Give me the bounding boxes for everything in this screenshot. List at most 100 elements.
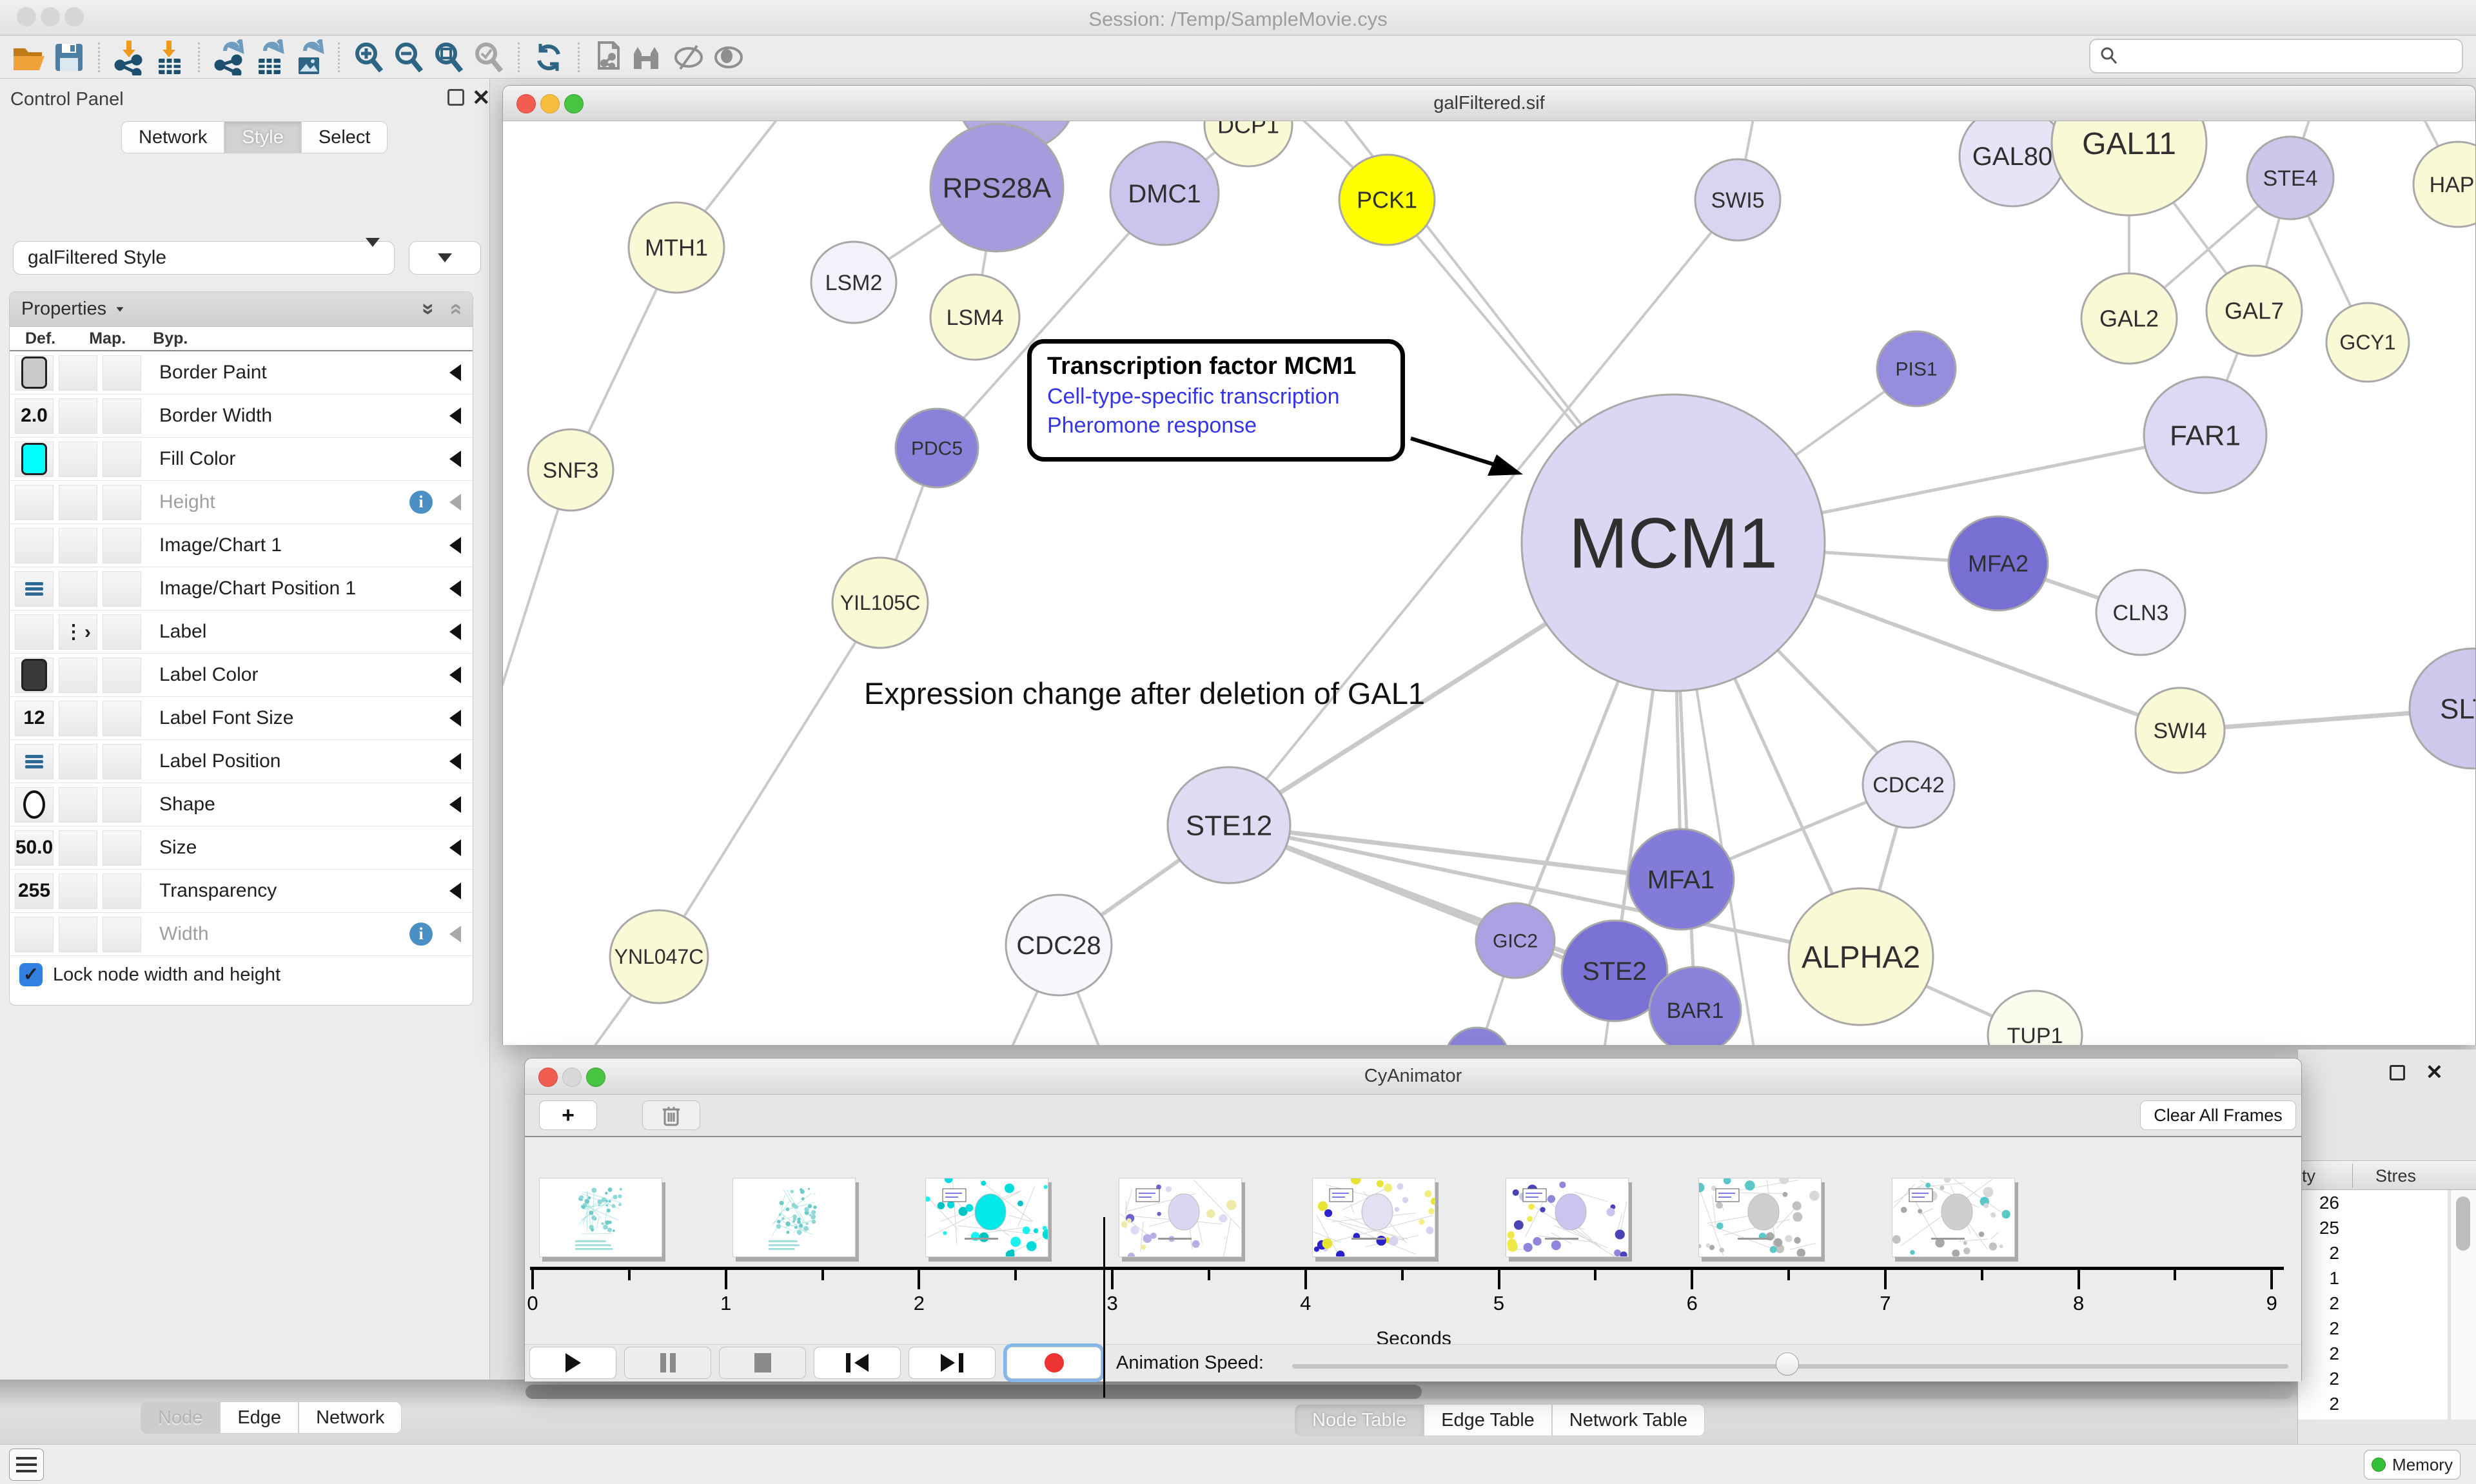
animation-frame-4[interactable]	[1312, 1178, 1435, 1257]
animation-frame-0[interactable]	[539, 1178, 662, 1257]
table-header-row[interactable]: ity Stres	[2298, 1160, 2476, 1190]
cyanimator-titlebar[interactable]: CyAnimator	[525, 1059, 2301, 1095]
mapping-cell[interactable]	[59, 355, 97, 391]
float-panel-icon[interactable]	[2390, 1065, 2405, 1080]
export-image-icon[interactable]	[289, 40, 329, 75]
default-value-cell[interactable]	[15, 528, 54, 563]
bypass-cell[interactable]	[103, 744, 141, 779]
animation-frame-1[interactable]	[732, 1178, 856, 1257]
annotation-link[interactable]: Pheromone response	[1047, 413, 1385, 438]
animation-frame-5[interactable]	[1506, 1178, 1629, 1257]
clone-network-icon[interactable]	[589, 40, 629, 75]
expand-property-icon[interactable]	[449, 839, 461, 856]
zoom-in-icon[interactable]	[349, 40, 389, 75]
mapping-cell[interactable]	[59, 528, 97, 563]
horizontal-scrollbar[interactable]	[526, 1385, 2292, 1399]
tab-node-table[interactable]: Node Table	[1295, 1404, 1424, 1436]
scrollbar-thumb[interactable]	[2456, 1196, 2470, 1251]
default-value-cell[interactable]	[15, 442, 54, 477]
play-button[interactable]	[529, 1347, 616, 1379]
mapping-cell[interactable]	[59, 874, 97, 909]
tab-edge-table[interactable]: Edge Table	[1424, 1404, 1552, 1436]
expand-all-icon[interactable]: »	[416, 303, 441, 315]
property-row-label-color[interactable]: Label Color	[10, 654, 473, 697]
first-neighbors-icon[interactable]	[629, 40, 669, 75]
expand-property-icon[interactable]	[449, 796, 461, 813]
refresh-icon[interactable]	[529, 40, 569, 75]
delete-frame-button[interactable]	[642, 1100, 700, 1130]
property-row-width[interactable]: Widthi	[10, 913, 473, 956]
mapping-cell[interactable]	[59, 398, 97, 434]
bypass-cell[interactable]	[103, 658, 141, 693]
property-row-label-font-size[interactable]: 12Label Font Size	[10, 697, 473, 740]
table-cell-value[interactable]: 2	[2298, 1316, 2448, 1341]
bypass-cell[interactable]	[103, 398, 141, 434]
default-value-cell[interactable]	[15, 571, 54, 607]
tab-style[interactable]: Style	[224, 121, 300, 153]
tab-select[interactable]: Select	[301, 121, 388, 153]
search-input[interactable]	[2125, 46, 2453, 66]
expand-property-icon[interactable]	[449, 537, 461, 554]
pause-button[interactable]	[624, 1347, 711, 1379]
step-forward-button[interactable]	[909, 1347, 996, 1379]
tab-network-table[interactable]: Network Table	[1552, 1404, 1705, 1436]
default-value-cell[interactable]: 12	[15, 701, 54, 736]
property-row-border-width[interactable]: 2.0Border Width	[10, 395, 473, 438]
bypass-cell[interactable]	[103, 614, 141, 650]
close-panel-icon[interactable]: ✕	[472, 85, 491, 111]
tab-node[interactable]: Node	[141, 1401, 220, 1434]
tab-edge[interactable]: Edge	[220, 1401, 299, 1434]
table-cell-value[interactable]: 25	[2298, 1215, 2448, 1240]
animation-frame-7[interactable]	[1892, 1178, 2015, 1257]
bypass-cell[interactable]	[103, 701, 141, 736]
expand-property-icon[interactable]	[449, 753, 461, 770]
animation-frame-3[interactable]	[1119, 1178, 1242, 1257]
style-options-button[interactable]	[409, 241, 481, 275]
mapping-cell[interactable]	[59, 485, 97, 520]
add-frame-button[interactable]: +	[539, 1100, 597, 1130]
mapping-cell[interactable]	[59, 917, 97, 952]
animation-speed-slider-thumb[interactable]	[1776, 1352, 1799, 1376]
default-value-cell[interactable]: 50.0	[15, 830, 54, 866]
bypass-cell[interactable]	[103, 528, 141, 563]
zoom-selected-icon[interactable]	[469, 40, 509, 75]
network-canvas[interactable]: DCP1RPS28ADMC1MTH1LSM2LSM4PCK1SWI5GAL80G…	[503, 121, 2475, 1045]
show-all-icon[interactable]	[709, 40, 749, 75]
default-value-cell[interactable]	[15, 744, 54, 779]
expand-property-icon[interactable]	[449, 710, 461, 727]
default-value-cell[interactable]	[15, 917, 54, 952]
table-cell-value[interactable]: 26	[2298, 1190, 2448, 1215]
import-table-icon[interactable]	[149, 40, 189, 75]
open-file-icon[interactable]	[9, 40, 49, 75]
table-scrollbar[interactable]	[2450, 1190, 2476, 1420]
mapping-cell[interactable]	[59, 701, 97, 736]
mapping-cell[interactable]: ⋮›	[59, 614, 97, 650]
tab-network[interactable]: Network	[299, 1401, 402, 1434]
collapse-all-icon[interactable]: »	[442, 303, 467, 315]
bypass-cell[interactable]	[103, 485, 141, 520]
properties-header[interactable]: Properties » »	[10, 292, 473, 327]
table-cell-value[interactable]: 2	[2298, 1291, 2448, 1316]
expand-property-icon[interactable]	[449, 926, 461, 942]
table-cell-value[interactable]: 2	[2298, 1240, 2448, 1265]
property-row-border-paint[interactable]: Border Paint	[10, 351, 473, 395]
save-session-icon[interactable]	[49, 40, 89, 75]
network-node-partial[interactable]	[1446, 1028, 1509, 1045]
default-value-cell[interactable]: 2.0	[15, 398, 54, 434]
export-network-icon[interactable]	[209, 40, 249, 75]
record-button[interactable]	[1007, 1347, 1101, 1379]
mapping-cell[interactable]	[59, 744, 97, 779]
default-value-cell[interactable]	[15, 485, 54, 520]
default-value-cell[interactable]	[15, 355, 54, 391]
task-history-button[interactable]	[9, 1449, 44, 1481]
property-row-height[interactable]: Heighti	[10, 481, 473, 524]
table-cell-value[interactable]: 2	[2298, 1341, 2448, 1366]
expand-property-icon[interactable]	[449, 494, 461, 511]
info-icon[interactable]: i	[409, 491, 433, 514]
stop-button[interactable]	[719, 1347, 806, 1379]
mapping-cell[interactable]	[59, 830, 97, 866]
expand-property-icon[interactable]	[449, 623, 461, 640]
memory-button[interactable]: Memory	[2364, 1450, 2461, 1479]
float-panel-icon[interactable]	[447, 89, 464, 106]
property-row-fill-color[interactable]: Fill Color	[10, 438, 473, 481]
